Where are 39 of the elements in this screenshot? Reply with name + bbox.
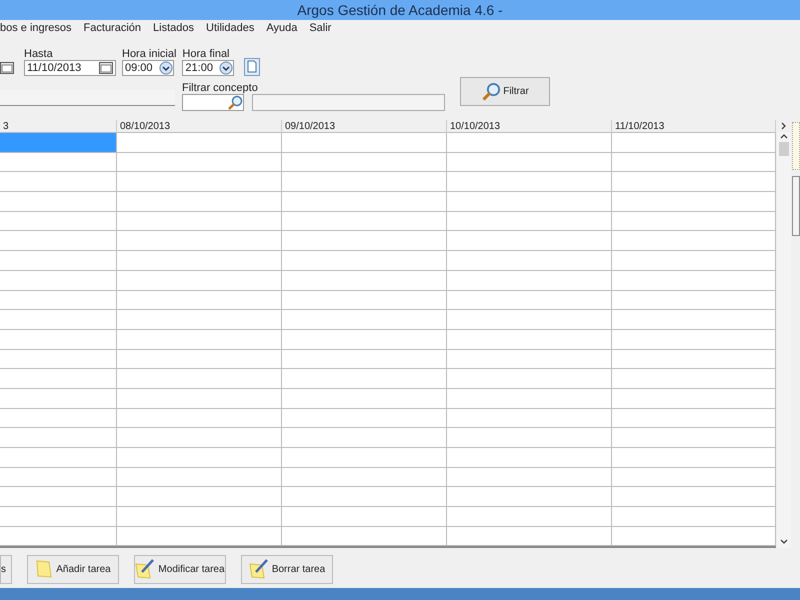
- time-field[interactable]: 09:00: [122, 60, 174, 76]
- text-field[interactable]: [252, 94, 445, 111]
- menu-item[interactable]: Ayuda: [266, 20, 298, 36]
- menu-item[interactable]: bos e ingresos: [0, 20, 72, 36]
- action-button[interactable]: s: [0, 554, 12, 584]
- scroll-down-icon[interactable]: [780, 538, 788, 546]
- action-button[interactable]: Añadir tarea: [27, 554, 119, 584]
- menu-item[interactable]: Listados: [153, 20, 194, 36]
- action-button[interactable]: Modificar tarea: [134, 554, 226, 584]
- action-button[interactable]: Borrar tarea: [241, 554, 333, 584]
- search-icon: [481, 82, 502, 102]
- field-label: Filtrar concepto: [182, 81, 259, 94]
- date-field[interactable]: 11/10/2013: [24, 60, 116, 76]
- calendar-icon[interactable]: [99, 62, 113, 74]
- side-tab[interactable]: [792, 176, 800, 236]
- window-title: Argos Gestión de Academia 4.6 -: [297, 0, 503, 20]
- field-label: Hasta: [24, 47, 54, 60]
- note-pencil-icon: [248, 559, 269, 580]
- note-icon: [35, 559, 54, 580]
- field-label: Hora inicial: [122, 47, 176, 60]
- scroll-up-icon[interactable]: [780, 132, 788, 140]
- vertical-scrollbar[interactable]: [777, 132, 791, 548]
- menu-item[interactable]: Facturación: [84, 20, 142, 36]
- dropdown-icon[interactable]: [159, 61, 173, 75]
- filter-button[interactable]: Filtrar: [460, 77, 550, 106]
- field-label: Hora final: [182, 47, 230, 60]
- menu-item[interactable]: Utilidades: [206, 20, 254, 36]
- note-pencil-icon: [135, 559, 156, 580]
- scroll-thumb[interactable]: [779, 142, 789, 156]
- text-field[interactable]: [0, 90, 175, 106]
- menu-item[interactable]: Salir: [309, 20, 332, 36]
- dropdown-icon[interactable]: [219, 61, 234, 75]
- search-field[interactable]: [182, 94, 244, 111]
- grid-cell[interactable]: [0, 133, 117, 152]
- document-icon[interactable]: [244, 58, 260, 76]
- calendar-icon[interactable]: [0, 62, 14, 74]
- scroll-right-icon[interactable]: [780, 122, 788, 130]
- time-field[interactable]: 21:00: [182, 60, 234, 76]
- search-icon: [227, 94, 243, 110]
